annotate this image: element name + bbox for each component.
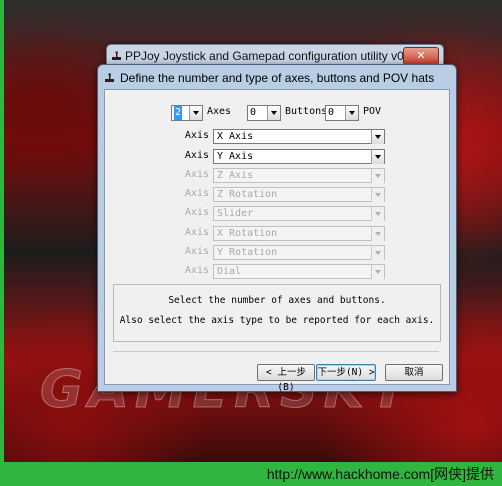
footer-url: http://www.hackhome.com[网侠]提供 <box>266 466 494 482</box>
chevron-down-icon <box>371 188 384 202</box>
axis-2-select[interactable]: Y Axis <box>213 149 385 164</box>
next-button[interactable]: 下一步(N) > <box>316 364 376 381</box>
axis-label: Axis <box>184 265 209 276</box>
axes-count-select[interactable]: 2 <box>171 105 203 121</box>
axis-1-select[interactable]: X Axis <box>213 129 385 144</box>
axis-row-4: Axis Z Rotation <box>175 187 385 202</box>
axes-label: Axes <box>207 106 232 117</box>
close-button[interactable]: ✕ <box>403 47 439 65</box>
axis-6-value: X Rotation <box>217 228 278 239</box>
axis-6-select: X Rotation <box>213 226 385 241</box>
axis-row-3: Axis Z Axis <box>175 168 385 183</box>
chevron-down-icon <box>371 265 384 279</box>
dialog-title: Define the number and type of axes, butt… <box>120 71 435 85</box>
chevron-down-icon[interactable] <box>267 106 280 120</box>
pov-label: POV <box>363 106 382 117</box>
pov-count-select[interactable]: 0 <box>325 105 359 121</box>
axis-row-8: Axis Dial <box>175 264 385 279</box>
axis-label: Axis <box>184 169 209 180</box>
cancel-button[interactable]: 取消 <box>385 364 443 381</box>
buttons-count-select[interactable]: 0 <box>247 105 281 121</box>
axis-row-2: Axis Y Axis <box>175 149 385 164</box>
axis-label: Axis <box>184 150 209 161</box>
left-border <box>0 0 4 462</box>
joystick-icon <box>112 51 121 60</box>
axis-5-value: Slider <box>217 208 254 219</box>
axis-label: Axis <box>184 188 209 199</box>
buttons-label: Buttons <box>285 106 328 117</box>
axis-row-1: Axis X Axis <box>175 129 385 144</box>
axis-1-value: X Axis <box>217 131 254 142</box>
chevron-down-icon <box>371 227 384 241</box>
footer-bar: http://www.hackhome.com[网侠]提供 <box>0 462 502 486</box>
axis-7-value: Y Rotation <box>217 247 278 258</box>
chevron-down-icon[interactable] <box>345 106 358 120</box>
chevron-down-icon <box>371 207 384 221</box>
axis-2-value: Y Axis <box>217 151 254 162</box>
axis-label: Axis <box>184 246 209 257</box>
axis-5-select: Slider <box>213 206 385 221</box>
axis-row-6: Axis X Rotation <box>175 226 385 241</box>
configuration-dialog[interactable]: Define the number and type of axes, butt… <box>97 64 457 393</box>
axis-row-7: Axis Y Rotation <box>175 245 385 260</box>
axis-label: Axis <box>184 227 209 238</box>
axis-8-select: Dial <box>213 264 385 279</box>
pov-count-value: 0 <box>328 107 335 118</box>
dialog-client-area: 2 Axes 0 Buttons 0 POV Axis X Axis Axis … <box>104 89 450 393</box>
info-line-1: Select the number of axes and buttons. <box>168 295 386 306</box>
info-line-2: Also select the axis type to be reported… <box>119 315 435 326</box>
info-panel: Select the number of axes and buttons. A… <box>113 284 441 342</box>
chevron-down-icon[interactable] <box>371 130 384 144</box>
axis-label: Axis <box>184 130 209 141</box>
chevron-down-icon[interactable] <box>371 150 384 164</box>
axis-4-select: Z Rotation <box>213 187 385 202</box>
axis-3-value: Z Axis <box>217 170 254 181</box>
parent-window-title: PPJoy Joystick and Gamepad configuration… <box>125 49 425 63</box>
chevron-down-icon[interactable] <box>189 106 202 120</box>
axis-label: Axis <box>184 207 209 218</box>
axis-8-value: Dial <box>217 266 242 277</box>
buttons-count-value: 0 <box>250 107 257 118</box>
axes-count-value: 2 <box>174 106 183 120</box>
axis-4-value: Z Rotation <box>217 189 278 200</box>
axis-3-select: Z Axis <box>213 168 385 183</box>
divider <box>113 351 439 352</box>
axis-7-select: Y Rotation <box>213 245 385 260</box>
joystick-icon <box>105 73 114 82</box>
back-button[interactable]: < 上一步(B) <box>257 364 315 393</box>
chevron-down-icon <box>371 246 384 260</box>
axis-row-5: Axis Slider <box>175 206 385 221</box>
chevron-down-icon <box>371 169 384 183</box>
